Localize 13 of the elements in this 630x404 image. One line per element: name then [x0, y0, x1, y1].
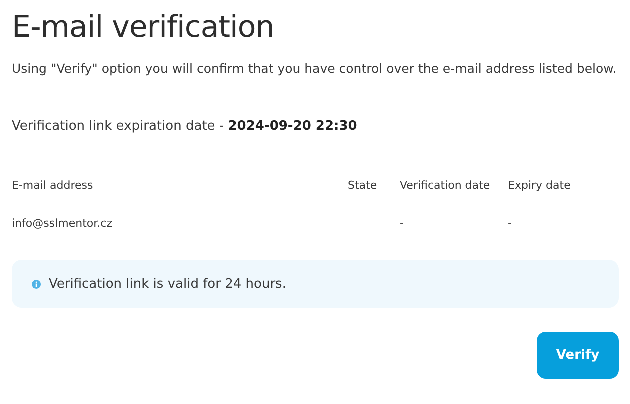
column-header: Verification date [400, 178, 492, 194]
table-cell-text: - [400, 216, 405, 232]
column-header: E-mail address [12, 178, 94, 194]
table-cell-text: - [508, 216, 513, 232]
verify-button[interactable]: Verify [537, 332, 619, 379]
description-text: Using "Verify" option you will confirm that you have control over the e-mail address listed below. [12, 60, 618, 78]
table-cell-text: info@sslmentor.cz [12, 216, 114, 232]
info-text: Verification link is valid for 24 hours. [49, 276, 286, 292]
page-title: E-mail verification [12, 9, 276, 47]
column-header: Expiry date [508, 178, 572, 194]
column-header: State [348, 178, 378, 194]
info-icon [32, 280, 41, 288]
expiration-text: Verification link expiration date - 2024-09-20 22:30 [12, 118, 358, 136]
